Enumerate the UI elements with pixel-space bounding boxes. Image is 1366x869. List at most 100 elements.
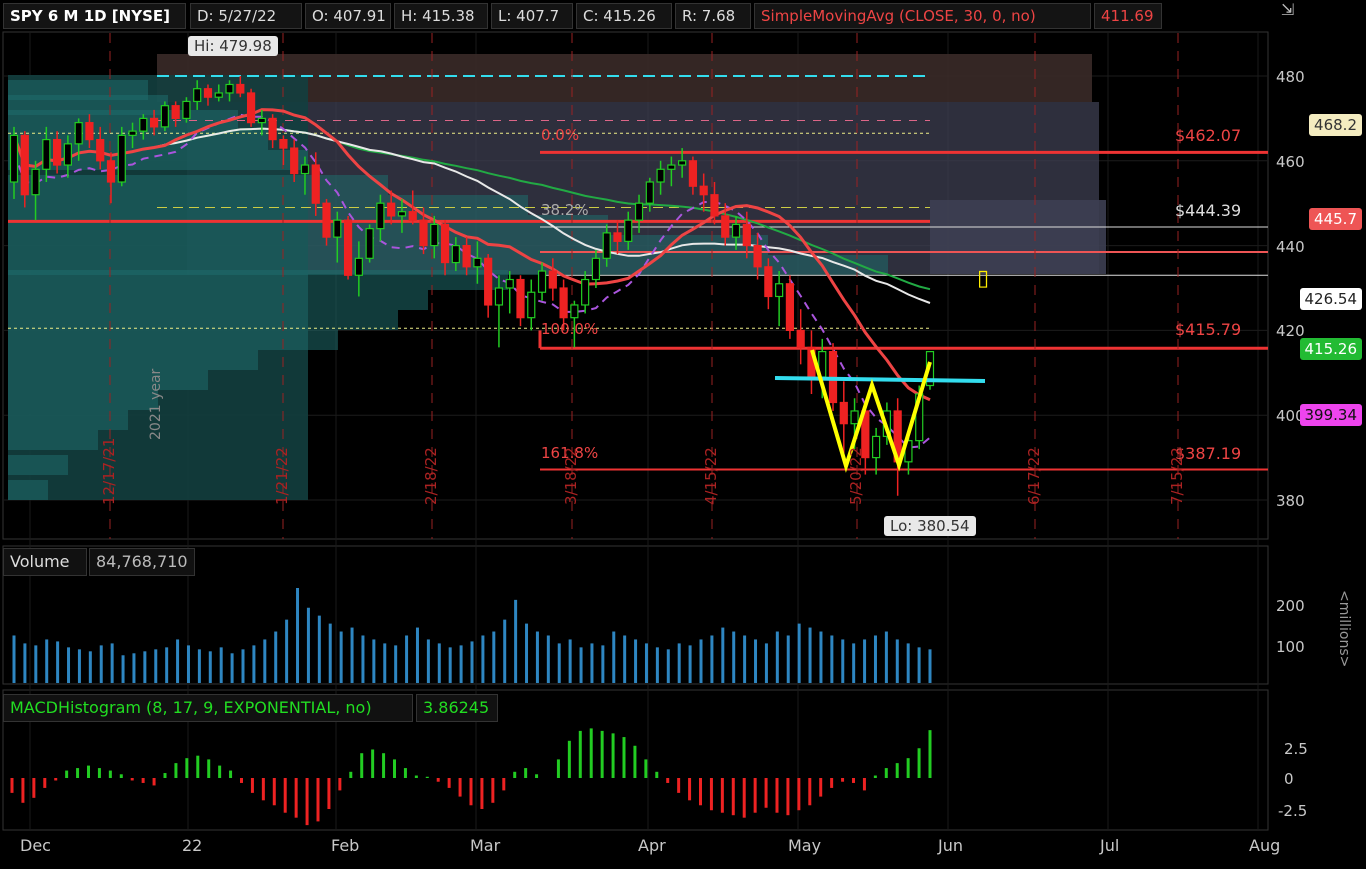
candle-body: [139, 117, 148, 132]
candle-body: [430, 223, 439, 247]
candle-body: [397, 211, 407, 217]
price-tag-426: 426.54: [1299, 288, 1362, 310]
candle-body: [753, 245, 762, 268]
candle-body: [548, 270, 557, 289]
date-line-label: 5/20/22: [847, 447, 865, 505]
date-line-label: 12/17/21: [100, 437, 118, 505]
chart-canvas[interactable]: [0, 0, 1366, 869]
date-line-label: 7/15/22: [1168, 447, 1186, 505]
collapse-icon[interactable]: ⇲: [1281, 0, 1301, 20]
candle-body: [149, 117, 159, 128]
candle-body: [699, 185, 708, 196]
candle-body: [591, 257, 601, 281]
price-tag-468: 468.2: [1309, 114, 1362, 136]
price-tag-399: 399.34: [1299, 404, 1362, 426]
candle-body: [279, 139, 288, 149]
candle-body: [53, 139, 62, 166]
candle-body: [171, 105, 180, 120]
level-462-label: $462.07: [1175, 126, 1242, 145]
candle-body: [300, 164, 310, 175]
candle-body: [203, 88, 213, 98]
profile-bar: [8, 350, 258, 370]
candle-body: [634, 202, 644, 221]
profile-bar: [8, 480, 48, 500]
candle-body: [246, 92, 256, 124]
candle-body: [850, 410, 859, 425]
volume-title[interactable]: Volume: [3, 548, 87, 576]
x-tick-jul: Jul: [1100, 836, 1120, 855]
macd-tick-neg25: -2.5: [1278, 802, 1308, 820]
sma-study-label[interactable]: SimpleMovingAvg (CLOSE, 30, 0, no): [754, 3, 1091, 29]
candle-body: [333, 219, 342, 238]
candle-body: [494, 287, 504, 306]
high-callout: Hi: 479.98: [188, 36, 278, 56]
date-readout: D: 5/27/22: [190, 3, 302, 29]
candle-body: [667, 164, 676, 170]
candle-body: [117, 134, 126, 183]
candle-body: [128, 130, 137, 136]
candle-body: [85, 122, 94, 141]
candle-body: [74, 122, 83, 145]
candle-body: [516, 278, 525, 319]
macd-title[interactable]: MACDHistogram (8, 17, 9, EXPONENTIAL, no…: [3, 694, 413, 722]
candle-body: [764, 266, 773, 298]
candle-body: [343, 219, 353, 276]
high-readout: H: 415.38: [394, 3, 488, 29]
candle-body: [678, 160, 687, 166]
candle-body: [387, 202, 396, 217]
candle-body: [225, 83, 234, 94]
candle-body: [257, 117, 266, 124]
candle-body: [160, 105, 169, 128]
candle-body: [9, 134, 19, 183]
level-444-label: $444.39: [1175, 201, 1242, 220]
y-tick-420: 420: [1276, 322, 1305, 340]
x-tick-jun: Jun: [938, 836, 963, 855]
candle-body: [624, 219, 633, 242]
candle-body: [613, 232, 622, 242]
candle-body: [872, 435, 881, 459]
macd-value: 3.86245: [416, 694, 498, 722]
x-tick-22: 22: [182, 836, 203, 855]
profile-bar: [8, 310, 398, 330]
candle-body: [31, 168, 40, 196]
candle-body: [721, 215, 730, 238]
profile-bar: [8, 290, 428, 310]
candle-body: [645, 181, 654, 204]
profile-zone-right: [930, 200, 1106, 274]
candle-body: [268, 117, 277, 141]
candle-body: [581, 278, 590, 306]
y-tick-440: 440: [1276, 238, 1305, 256]
fib-0-label: 0.0%: [541, 126, 580, 144]
candle-body: [322, 202, 331, 238]
candle-body: [505, 278, 514, 289]
profile-bar: [8, 330, 338, 350]
sma-study-value: 411.69: [1094, 3, 1162, 29]
candle-body: [484, 257, 493, 306]
low-callout: Lo: 380.54: [884, 516, 976, 536]
candle-body: [570, 304, 579, 319]
range-readout: R: 7.68: [675, 3, 751, 29]
candle-body: [527, 291, 536, 319]
profile-bar: [8, 195, 528, 215]
candle-body: [710, 194, 719, 217]
candle-body: [785, 283, 795, 332]
x-tick-may: May: [788, 836, 822, 855]
year-marker: 2021 year: [148, 368, 164, 440]
volume-value: 84,768,710: [89, 548, 195, 576]
profile-bar: [8, 175, 388, 195]
vol-tick-100: 100: [1276, 638, 1305, 656]
macd-tick-25: 2.5: [1284, 740, 1308, 758]
profile-bar: [8, 215, 608, 235]
price-tag-415: 415.26: [1299, 338, 1362, 360]
candle-body: [419, 219, 428, 247]
macd-tick-0: 0: [1284, 770, 1294, 788]
volume-unit: <millions>: [1336, 590, 1352, 668]
symbol-label[interactable]: SPY 6 M 1D [NYSE]: [3, 3, 186, 29]
date-line-label: 3/18/22: [562, 447, 580, 505]
fib-382-label: 38.2%: [541, 201, 589, 219]
price-tag-445: 445.7: [1309, 208, 1362, 230]
candle-body: [214, 92, 223, 98]
candle-body: [42, 139, 51, 170]
candle-body: [193, 88, 202, 103]
candle-body: [311, 164, 320, 204]
